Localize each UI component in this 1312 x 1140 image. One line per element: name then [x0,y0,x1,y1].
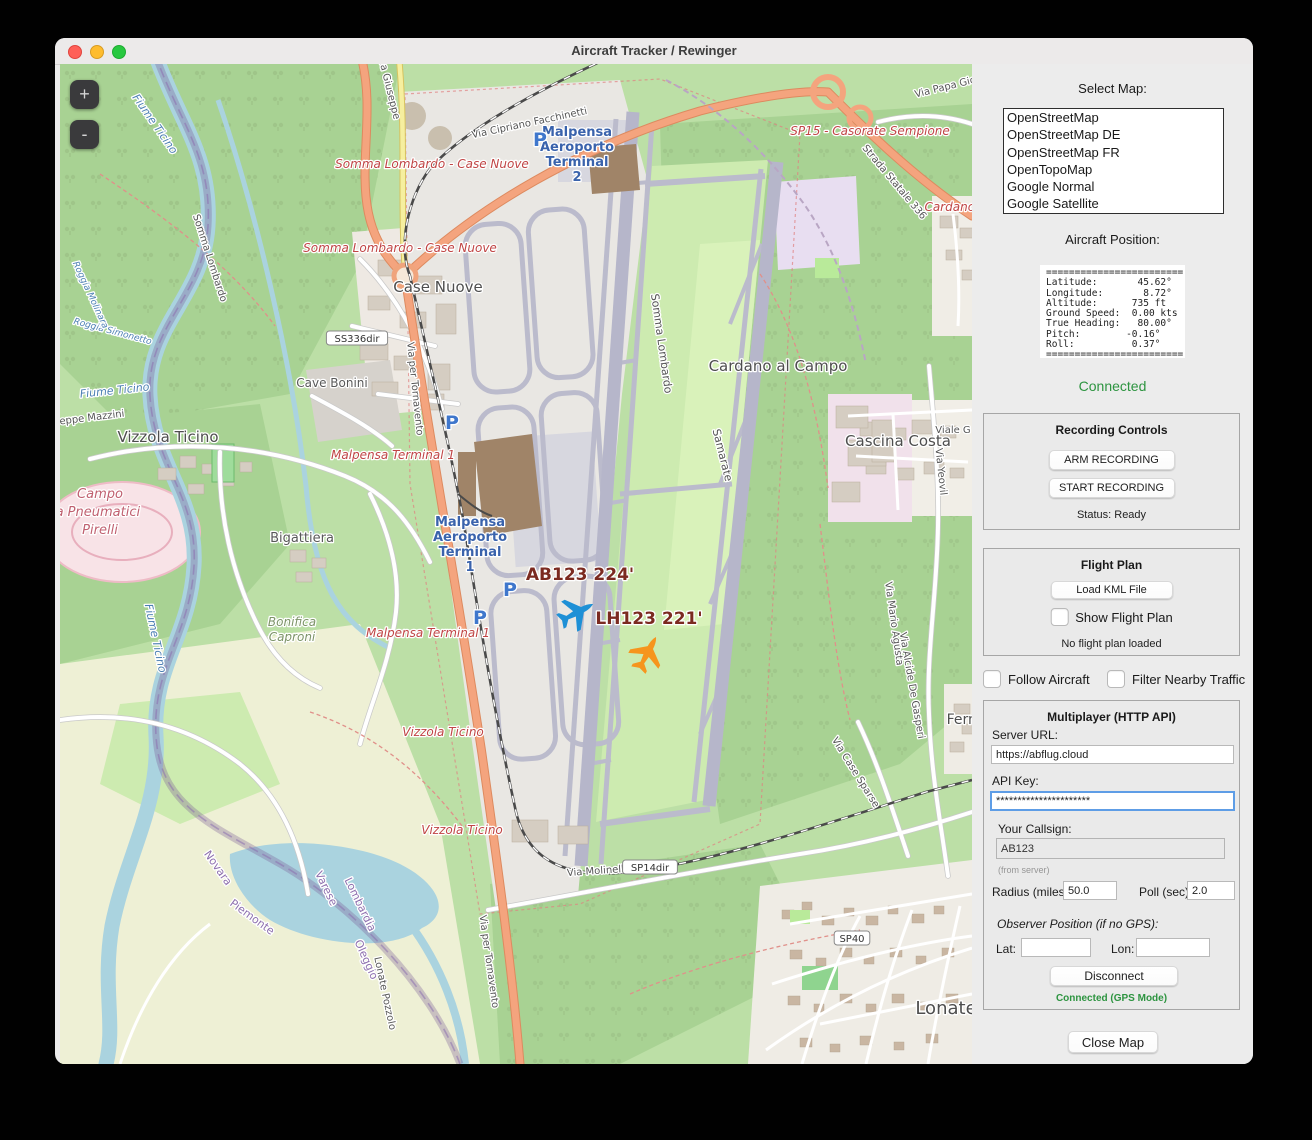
parking-icon: P [473,607,487,629]
multiplayer-status: Connected (GPS Mode) [984,993,1239,1004]
map-label: Cardano al Campo [709,357,848,375]
aircraft-position-readout: ======================== Latitude: 45.62… [1040,265,1185,358]
api-key-input[interactable] [990,791,1235,811]
show-flight-plan-checkbox[interactable] [1050,608,1068,626]
server-url-label: Server URL: [992,728,1058,742]
api-key-label: API Key: [992,774,1039,788]
aircraft-position-label: Aircraft Position: [972,232,1253,247]
map-label: va Pneumatici [60,505,140,520]
start-recording-button[interactable]: START RECORDING [1049,478,1175,498]
lat-label: Lat: [996,942,1016,956]
map-label: Aeroporto [433,530,507,545]
map-zoom-in-button[interactable]: + [70,80,99,109]
server-url-input[interactable] [991,745,1234,764]
show-flight-plan-label: Show Flight Plan [1075,610,1173,625]
disconnect-button[interactable]: Disconnect [1050,966,1178,986]
map-label: Aeroporto [540,140,614,155]
poll-input[interactable] [1187,881,1235,900]
map-label: Malpensa [435,515,505,530]
poll-label: Poll (sec): [1139,885,1192,899]
connection-status: Connected [972,378,1253,394]
map-label: Ferno [947,712,972,728]
map-style-option[interactable]: Google Normal [1004,178,1223,195]
map-label: Somma Lombardo - Case Nuove [335,157,529,171]
callsign-field [996,838,1225,859]
map-label: Case Nuove [393,278,483,296]
map-label: Bigattiera [270,531,334,546]
map-label: SP15 - Casorate Sempione [790,124,950,138]
multiplayer-title: Multiplayer (HTTP API) [984,710,1239,724]
flight-plan-title: Flight Plan [984,558,1239,572]
parking-icon: P [445,412,459,434]
load-kml-button[interactable]: Load KML File [1051,581,1173,599]
radius-input[interactable] [1063,881,1117,900]
parking-icon: P [533,129,547,151]
close-map-button[interactable]: Close Map [1068,1031,1158,1053]
map-style-listbox[interactable]: OpenStreetMapOpenStreetMap DEOpenStreetM… [1003,108,1224,214]
titlebar: Aircraft Tracker / Rewinger [55,38,1253,65]
map-label: Cardano al [924,200,972,214]
map-label: Pirelli [82,523,118,538]
from-server-note: (from server) [998,865,1050,875]
flight-plan-group: Flight Plan Load KML File Show Flight Pl… [983,548,1240,656]
road-ref-text: SP40 [839,934,864,945]
map-label: Vizzola Ticino [117,428,218,446]
aircraft-callsign-label: AB123 224' [526,565,634,585]
aircraft-callsign-label: LH123 221' [595,609,702,629]
window-title: Aircraft Tracker / Rewinger [55,38,1253,64]
road-ref-text: SP14dir [631,863,670,874]
filter-traffic-label: Filter Nearby Traffic [1132,672,1245,687]
lon-input[interactable] [1136,938,1210,957]
map-label: Malpensa Terminal 1 [331,448,455,462]
map-label: Malpensa [542,125,612,140]
map-label: Caproni [269,630,316,644]
road-ref-text: SS336dir [334,334,380,345]
map-label: Lonate [915,998,972,1019]
observer-position-label: Observer Position (if no GPS): [997,917,1158,931]
callsign-label: Your Callsign: [998,822,1072,836]
map-label: Viale G [935,425,970,436]
lat-input[interactable] [1021,938,1091,957]
arm-recording-button[interactable]: ARM RECORDING [1049,450,1175,470]
radius-label: Radius (miles): [992,885,1072,899]
map-style-option[interactable]: Google Satellite [1004,195,1223,212]
recording-controls-group: Recording Controls ARM RECORDING START R… [983,413,1240,530]
map-label: Vizzola Ticino [402,725,484,739]
recording-controls-title: Recording Controls [984,423,1239,437]
map-style-option[interactable]: OpenStreetMap FR [1004,144,1223,161]
map-label: Vizzola Ticino [421,823,503,837]
parking-icon: P [503,579,517,601]
map-label: Campo [77,487,123,502]
flight-plan-status: No flight plan loaded [984,638,1239,650]
select-map-label: Select Map: [972,81,1253,96]
map-label: Malpensa Terminal 1 [366,626,490,640]
multiplayer-group: Multiplayer (HTTP API) Server URL: API K… [983,700,1240,1010]
map-style-option[interactable]: OpenStreetMap DE [1004,126,1223,143]
follow-aircraft-label: Follow Aircraft [1008,672,1090,687]
map-zoom-out-button[interactable]: - [70,120,99,149]
map-label: Terminal [439,545,502,560]
map-label: Bonifica [268,615,316,629]
map-label: 2 [572,170,581,185]
map-label: Terminal [546,155,609,170]
filter-traffic-checkbox[interactable] [1107,670,1125,688]
control-panel: Select Map: OpenStreetMapOpenStreetMap D… [972,64,1253,1064]
map-label: Somma Lombardo - Case Nuove [303,241,497,255]
map-label: Cave Bonini [296,376,367,390]
map-style-option[interactable]: OpenStreetMap [1004,109,1223,126]
map-canvas[interactable]: MalpensaAeroportoTerminal2MalpensaAeropo… [60,64,972,1064]
recording-status: Status: Ready [984,509,1239,521]
app-window: Aircraft Tracker / Rewinger [55,38,1253,1064]
lon-label: Lon: [1111,942,1134,956]
follow-aircraft-checkbox[interactable] [983,670,1001,688]
map-style-option[interactable]: OpenTopoMap [1004,161,1223,178]
map-label: 1 [465,560,474,575]
